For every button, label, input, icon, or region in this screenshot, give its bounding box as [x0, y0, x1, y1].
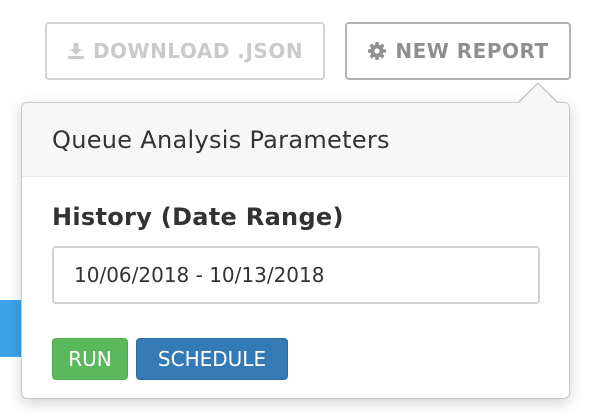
- new-report-button[interactable]: NEW REPORT: [345, 22, 571, 80]
- schedule-label: SCHEDULE: [157, 347, 267, 371]
- popover-title: Queue Analysis Parameters: [52, 125, 390, 154]
- background-panel-edge: [0, 300, 22, 357]
- popover-header: Queue Analysis Parameters: [22, 103, 569, 177]
- date-range-input[interactable]: [52, 246, 540, 304]
- gear-icon: [367, 41, 387, 61]
- popover-arrow-fill: [518, 84, 558, 104]
- download-icon: [67, 42, 85, 60]
- download-json-label: DOWNLOAD .JSON: [92, 39, 304, 63]
- queue-analysis-popover: Queue Analysis Parameters History (Date …: [21, 102, 570, 399]
- download-json-button[interactable]: DOWNLOAD .JSON: [45, 22, 325, 80]
- schedule-button[interactable]: SCHEDULE: [136, 338, 288, 380]
- new-report-label: NEW REPORT: [395, 39, 549, 63]
- history-date-range-label: History (Date Range): [52, 203, 344, 231]
- run-button[interactable]: RUN: [52, 338, 128, 380]
- run-label: RUN: [68, 347, 112, 371]
